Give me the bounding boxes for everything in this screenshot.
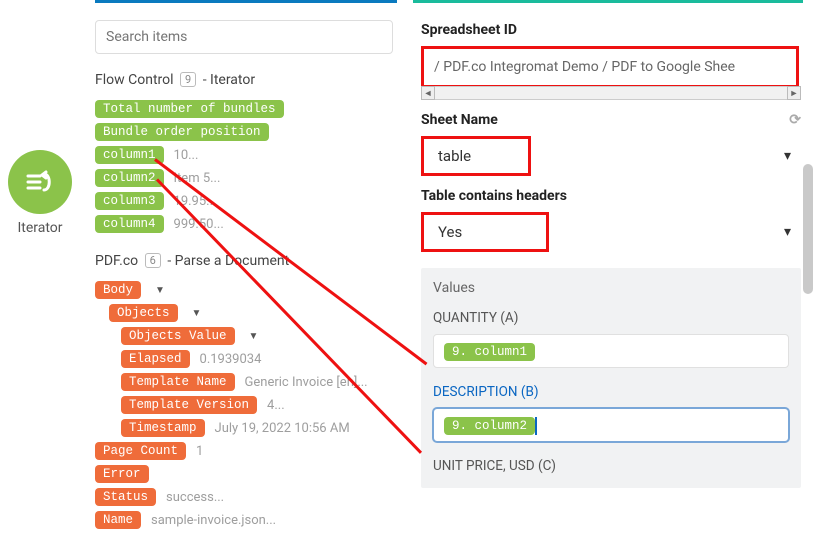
module-config-panel: Spreadsheet ID / PDF.co Integromat Demo … (413, 0, 815, 547)
chip-template-version[interactable]: Template Version4... (121, 394, 397, 416)
column-c-label: UNIT PRICE, USD (C) (433, 458, 789, 474)
values-section: Values QUANTITY (A) 9. column1 DESCRIPTI… (421, 268, 801, 488)
scroll-right-icon[interactable]: ► (787, 86, 801, 100)
select-caret-icon: ▾ (784, 148, 801, 164)
section-title-text: Flow Control (95, 72, 174, 88)
chip-status[interactable]: Statussuccess... (95, 486, 397, 508)
section-title-text: PDF.co (95, 253, 138, 269)
chip-objects-value[interactable]: Objects Value▼ (121, 325, 397, 347)
table-headers-select[interactable]: Yes ▾ (421, 212, 801, 252)
chip-template-name[interactable]: Template NameGeneric Invoice [en]... (121, 371, 397, 393)
scroll-track[interactable] (435, 86, 787, 100)
values-header: Values (433, 280, 789, 296)
column-b-input[interactable]: 9. column2 (433, 408, 789, 442)
chip-body[interactable]: Body▼ (95, 279, 397, 301)
sheet-name-label: Sheet Name ⟳ (421, 112, 801, 128)
module-number-badge: 9 (180, 72, 196, 87)
vertical-scrollbar[interactable] (803, 4, 813, 544)
spreadsheet-path-text: / PDF.co Integromat Demo / PDF to Google… (434, 59, 735, 75)
chevron-down-icon: ▼ (249, 331, 259, 342)
sheet-name-select[interactable]: table ▾ (421, 136, 801, 176)
scroll-thumb[interactable] (803, 164, 813, 294)
iterator-icon (8, 150, 72, 214)
mapped-pill-column2[interactable]: 9. column2 (444, 417, 535, 435)
search-input[interactable] (95, 20, 393, 54)
chip-elapsed[interactable]: Elapsed0.1939034 (121, 348, 397, 370)
sheet-name-value: table (421, 136, 531, 176)
chevron-down-icon: ▼ (192, 308, 202, 319)
table-headers-value: Yes (421, 212, 549, 252)
chip-name[interactable]: Namesample-invoice.json... (95, 509, 397, 531)
refresh-icon[interactable]: ⟳ (789, 112, 801, 128)
select-caret-icon: ▾ (784, 224, 801, 240)
spreadsheet-id-field[interactable]: / PDF.co Integromat Demo / PDF to Google… (421, 46, 799, 88)
spreadsheet-id-label: Spreadsheet ID (421, 22, 801, 38)
chip-timestamp[interactable]: TimestampJuly 19, 2022 10:56 AM (121, 417, 397, 439)
section-pdfco-title: PDF.co 6 - Parse a Document (95, 253, 397, 269)
mapped-pill-column1[interactable]: 9. column1 (444, 343, 535, 361)
column-a-input[interactable]: 9. column1 (433, 334, 789, 368)
chevron-down-icon: ▼ (155, 285, 165, 296)
chip-error[interactable]: Error (95, 463, 397, 485)
table-headers-label: Table contains headers (421, 188, 801, 204)
column-b-label: DESCRIPTION (B) (433, 384, 789, 400)
chip-column2[interactable]: column2Item 5... (95, 167, 397, 189)
chip-column3[interactable]: column319.95... (95, 190, 397, 212)
section-title-suffix: - Parse a Document (167, 253, 289, 269)
iterator-node[interactable]: Iterator (0, 150, 80, 236)
chip-bundle-position[interactable]: Bundle order position (95, 121, 397, 143)
chip-column4[interactable]: column4999.50... (95, 213, 397, 235)
module-number-badge: 6 (145, 253, 161, 268)
pdfco-chip-list: Body▼ Objects▼ Objects Value▼ Elapsed0.1… (95, 279, 397, 531)
iterator-label: Iterator (0, 220, 80, 236)
column-a-label: QUANTITY (A) (433, 310, 789, 326)
chip-total-bundles[interactable]: Total number of bundles (95, 98, 397, 120)
section-flow-control-title: Flow Control 9 - Iterator (95, 72, 397, 88)
scroll-left-icon[interactable]: ◄ (421, 86, 435, 100)
variable-picker-panel: Flow Control 9 - Iterator Total number o… (87, 0, 407, 547)
chip-page-count[interactable]: Page Count1 (95, 440, 397, 462)
horizontal-scrollbar[interactable]: ◄ ► (421, 86, 801, 100)
chip-column1[interactable]: column110... (95, 144, 397, 166)
flow-control-chip-list: Total number of bundles Bundle order pos… (95, 98, 397, 235)
section-title-suffix: - Iterator (203, 72, 255, 88)
chip-objects[interactable]: Objects▼ (109, 302, 397, 324)
